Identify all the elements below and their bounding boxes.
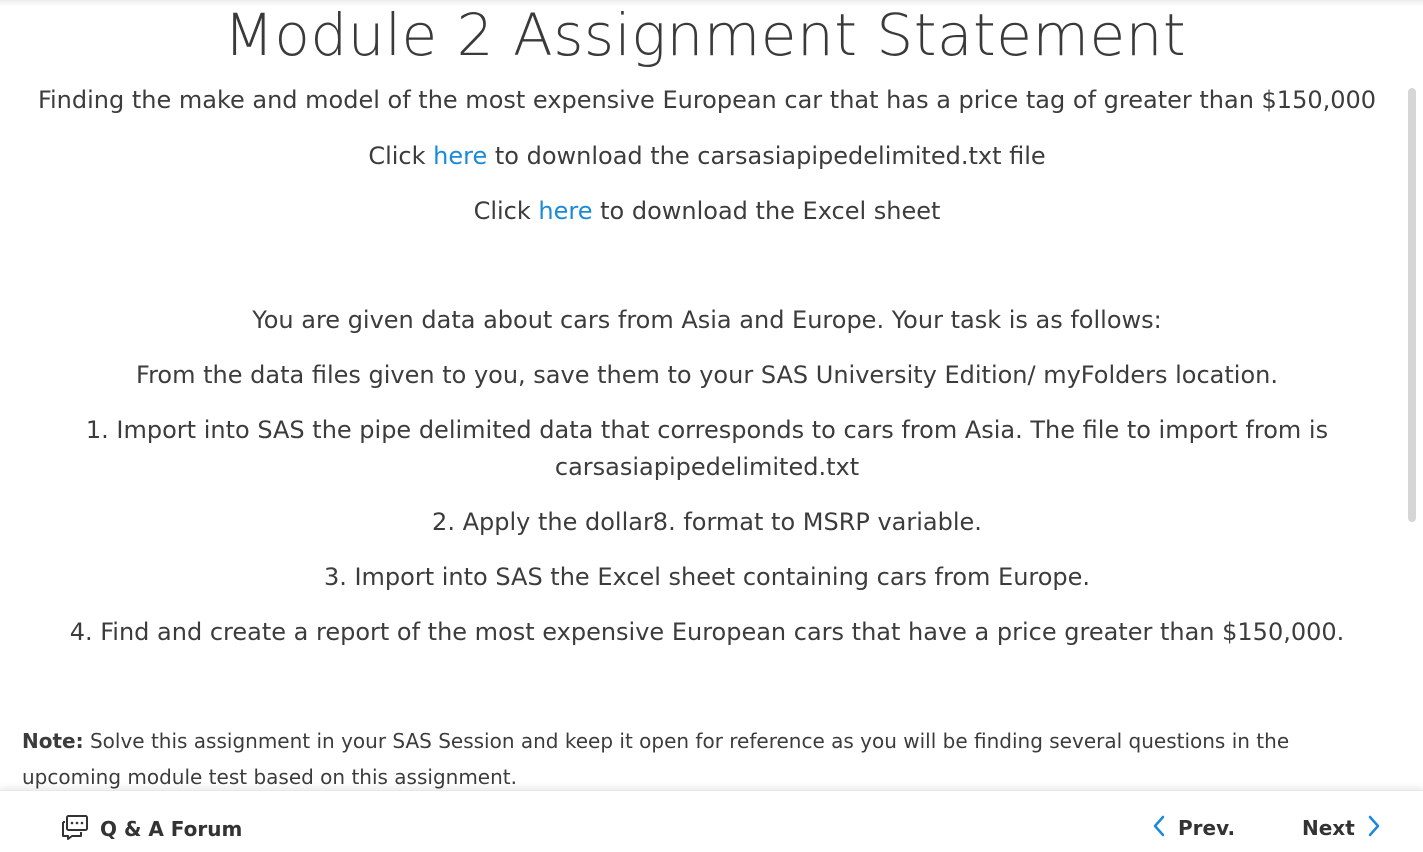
download-txt-prefix: Click	[368, 142, 434, 170]
note-label: Note:	[22, 729, 84, 753]
page-title: Module 2 Assignment Statement	[223, 1, 1187, 69]
task-instruction: From the data files given to you, save t…	[136, 361, 1278, 389]
next-button[interactable]: Next	[1302, 814, 1381, 842]
download-excel-prefix: Click	[473, 197, 539, 225]
assignment-content: Module 2 Assignment Statement Finding th…	[0, 0, 1423, 790]
chevron-right-icon	[1367, 814, 1381, 842]
task-step-3: 3. Import into SAS the Excel sheet conta…	[323, 563, 1091, 591]
task-intro: You are given data about cars from Asia …	[252, 306, 1162, 334]
chat-bubbles-icon	[61, 814, 89, 844]
download-txt-link[interactable]: here	[433, 142, 487, 170]
task-step-4: 4. Find and create a report of the most …	[69, 618, 1345, 646]
assignment-note: Note: Solve this assignment in your SAS …	[22, 723, 1392, 790]
next-label: Next	[1302, 816, 1355, 840]
footer-bar: Q & A Forum Prev. Next	[0, 790, 1423, 852]
prev-button[interactable]: Prev.	[1152, 814, 1235, 842]
assignment-subtitle: Finding the make and model of the most e…	[37, 86, 1377, 114]
qa-forum-label: Q & A Forum	[100, 817, 243, 841]
task-step-1: 1. Import into SAS the pipe delimited da…	[85, 416, 1329, 444]
download-excel-line: Click here to download the Excel sheet	[0, 193, 1414, 230]
note-text: Solve this assignment in your SAS Sessio…	[22, 729, 1290, 789]
task-step-2: 2. Apply the dollar8. format to MSRP var…	[432, 508, 982, 536]
download-excel-link[interactable]: here	[538, 197, 592, 225]
download-txt-line: Click here to download the carsasiapiped…	[0, 138, 1414, 175]
chevron-left-icon	[1152, 814, 1166, 842]
content-scrollbar[interactable]	[1408, 88, 1416, 522]
download-txt-suffix: to download the carsasiapipedelimited.tx…	[487, 142, 1046, 170]
task-step-1-continued: carsasiapipedelimited.txt	[554, 453, 860, 481]
download-excel-suffix: to download the Excel sheet	[592, 197, 941, 225]
prev-label: Prev.	[1178, 816, 1236, 840]
qa-forum-button[interactable]: Q & A Forum	[61, 814, 242, 844]
